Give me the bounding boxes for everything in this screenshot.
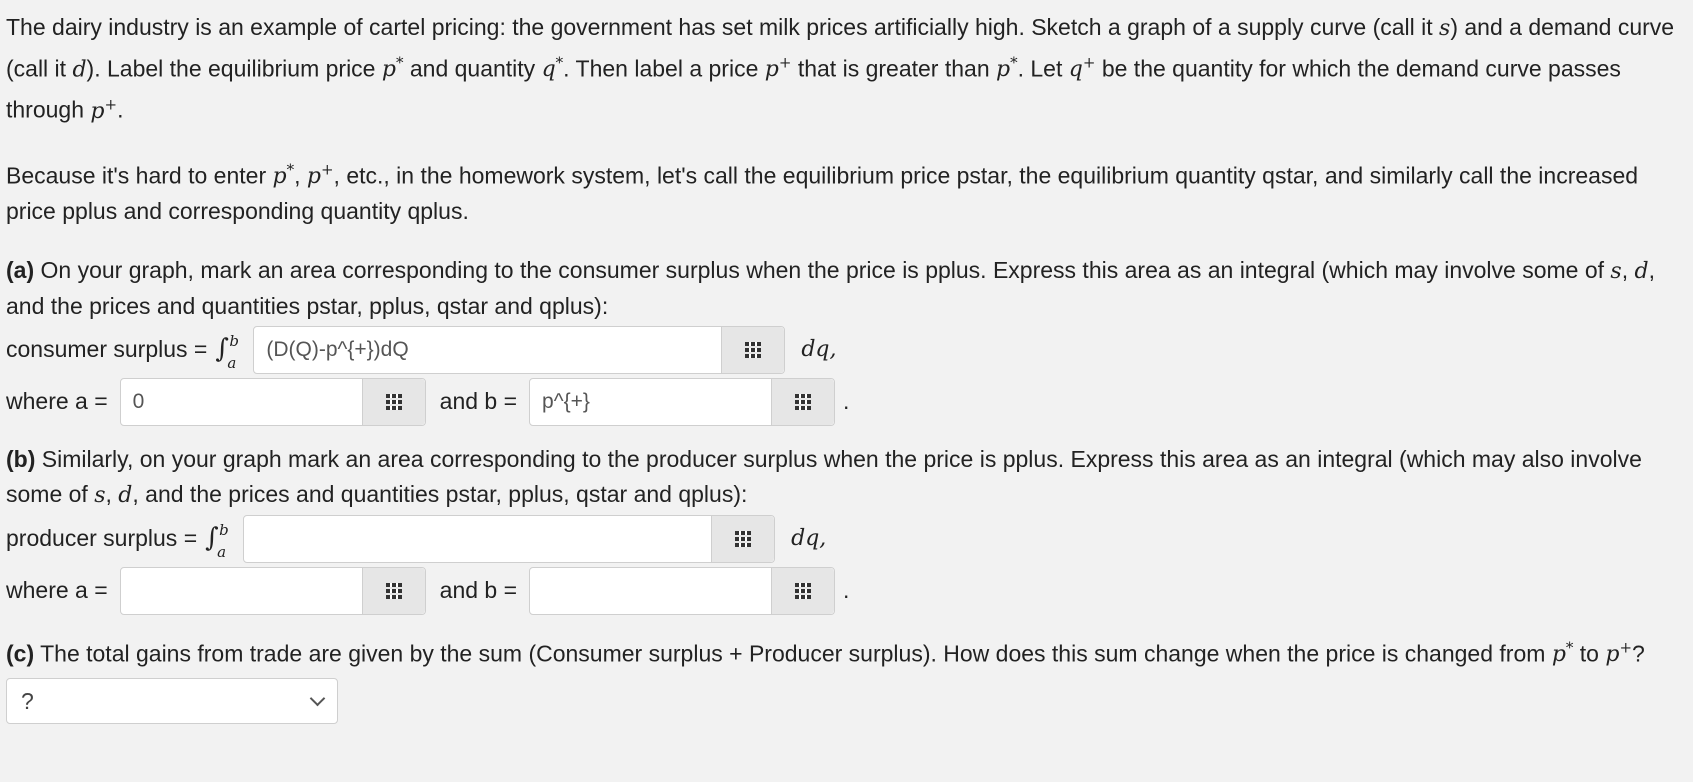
grid-icon: [745, 341, 762, 358]
gains-change-select[interactable]: ?: [6, 678, 338, 725]
grid-icon: [795, 582, 812, 599]
consumer-surplus-lower-bound-field[interactable]: 0: [119, 377, 426, 426]
equation-editor-button[interactable]: [361, 567, 425, 614]
and-b-label: and b =: [439, 577, 518, 604]
chevron-down-icon: [309, 690, 326, 707]
consumer-surplus-upper-bound-field[interactable]: p^{+}: [529, 377, 836, 426]
producer-surplus-upper-bound-field[interactable]: [529, 566, 836, 615]
producer-surplus-bounds-row: where a = and b = .: [6, 565, 1693, 617]
consumer-surplus-integrand-value[interactable]: (D(Q)-p^{+})dQ: [254, 327, 721, 373]
producer-surplus-label: producer surplus =: [6, 525, 198, 552]
lower-bound-value[interactable]: [121, 568, 362, 614]
equation-editor-button[interactable]: [361, 378, 425, 425]
where-a-label: where a =: [6, 388, 108, 415]
grid-icon: [735, 530, 752, 547]
consumer-surplus-row: consumer surplus = ∫ b a (D(Q)-p^{+})dQ dq…: [6, 324, 1693, 376]
intro-paragraph: The dairy industry is an example of cart…: [6, 14, 1675, 124]
consumer-surplus-label: consumer surplus =: [6, 336, 208, 363]
period: .: [843, 388, 850, 415]
select-value: ?: [21, 687, 34, 714]
integral-sign: ∫ b a: [215, 331, 239, 372]
grid-icon: [795, 393, 812, 410]
grid-icon: [385, 582, 402, 599]
consumer-surplus-bounds-row: where a = 0 and b = p^{+} .: [6, 376, 1693, 428]
equation-editor-button[interactable]: [771, 567, 835, 614]
where-a-label: where a =: [6, 577, 108, 604]
and-b-label: and b =: [439, 388, 518, 415]
period: .: [843, 577, 850, 604]
lower-bound-value[interactable]: 0: [121, 379, 362, 425]
dq-label: dq,: [801, 337, 837, 363]
consumer-surplus-integrand-field[interactable]: (D(Q)-p^{+})dQ: [253, 325, 786, 374]
grid-icon: [385, 393, 402, 410]
upper-bound-value[interactable]: p^{+}: [530, 379, 771, 425]
producer-surplus-lower-bound-field[interactable]: [119, 566, 426, 615]
naming-paragraph: Because it's hard to enter p*, p+, etc.,…: [6, 160, 1639, 224]
equation-editor-button[interactable]: [721, 326, 785, 373]
upper-bound-value[interactable]: [530, 568, 771, 614]
equation-editor-button[interactable]: [711, 515, 775, 562]
part-a-prompt: (a) On your graph, mark an area correspo…: [6, 256, 1655, 319]
producer-surplus-integrand-value[interactable]: [244, 516, 711, 562]
equation-editor-button[interactable]: [771, 378, 835, 425]
producer-surplus-row: producer surplus = ∫ b a dq,: [6, 513, 1693, 565]
part-b-prompt: (b) Similarly, on your graph mark an are…: [6, 445, 1642, 508]
integral-sign: ∫ b a: [205, 520, 229, 561]
part-c-prompt: (c) The total gains from trade are given…: [6, 638, 1645, 668]
question-content: The dairy industry is an example of cart…: [0, 0, 1693, 725]
producer-surplus-integrand-field[interactable]: [243, 514, 776, 563]
dq-label: dq,: [791, 526, 827, 552]
